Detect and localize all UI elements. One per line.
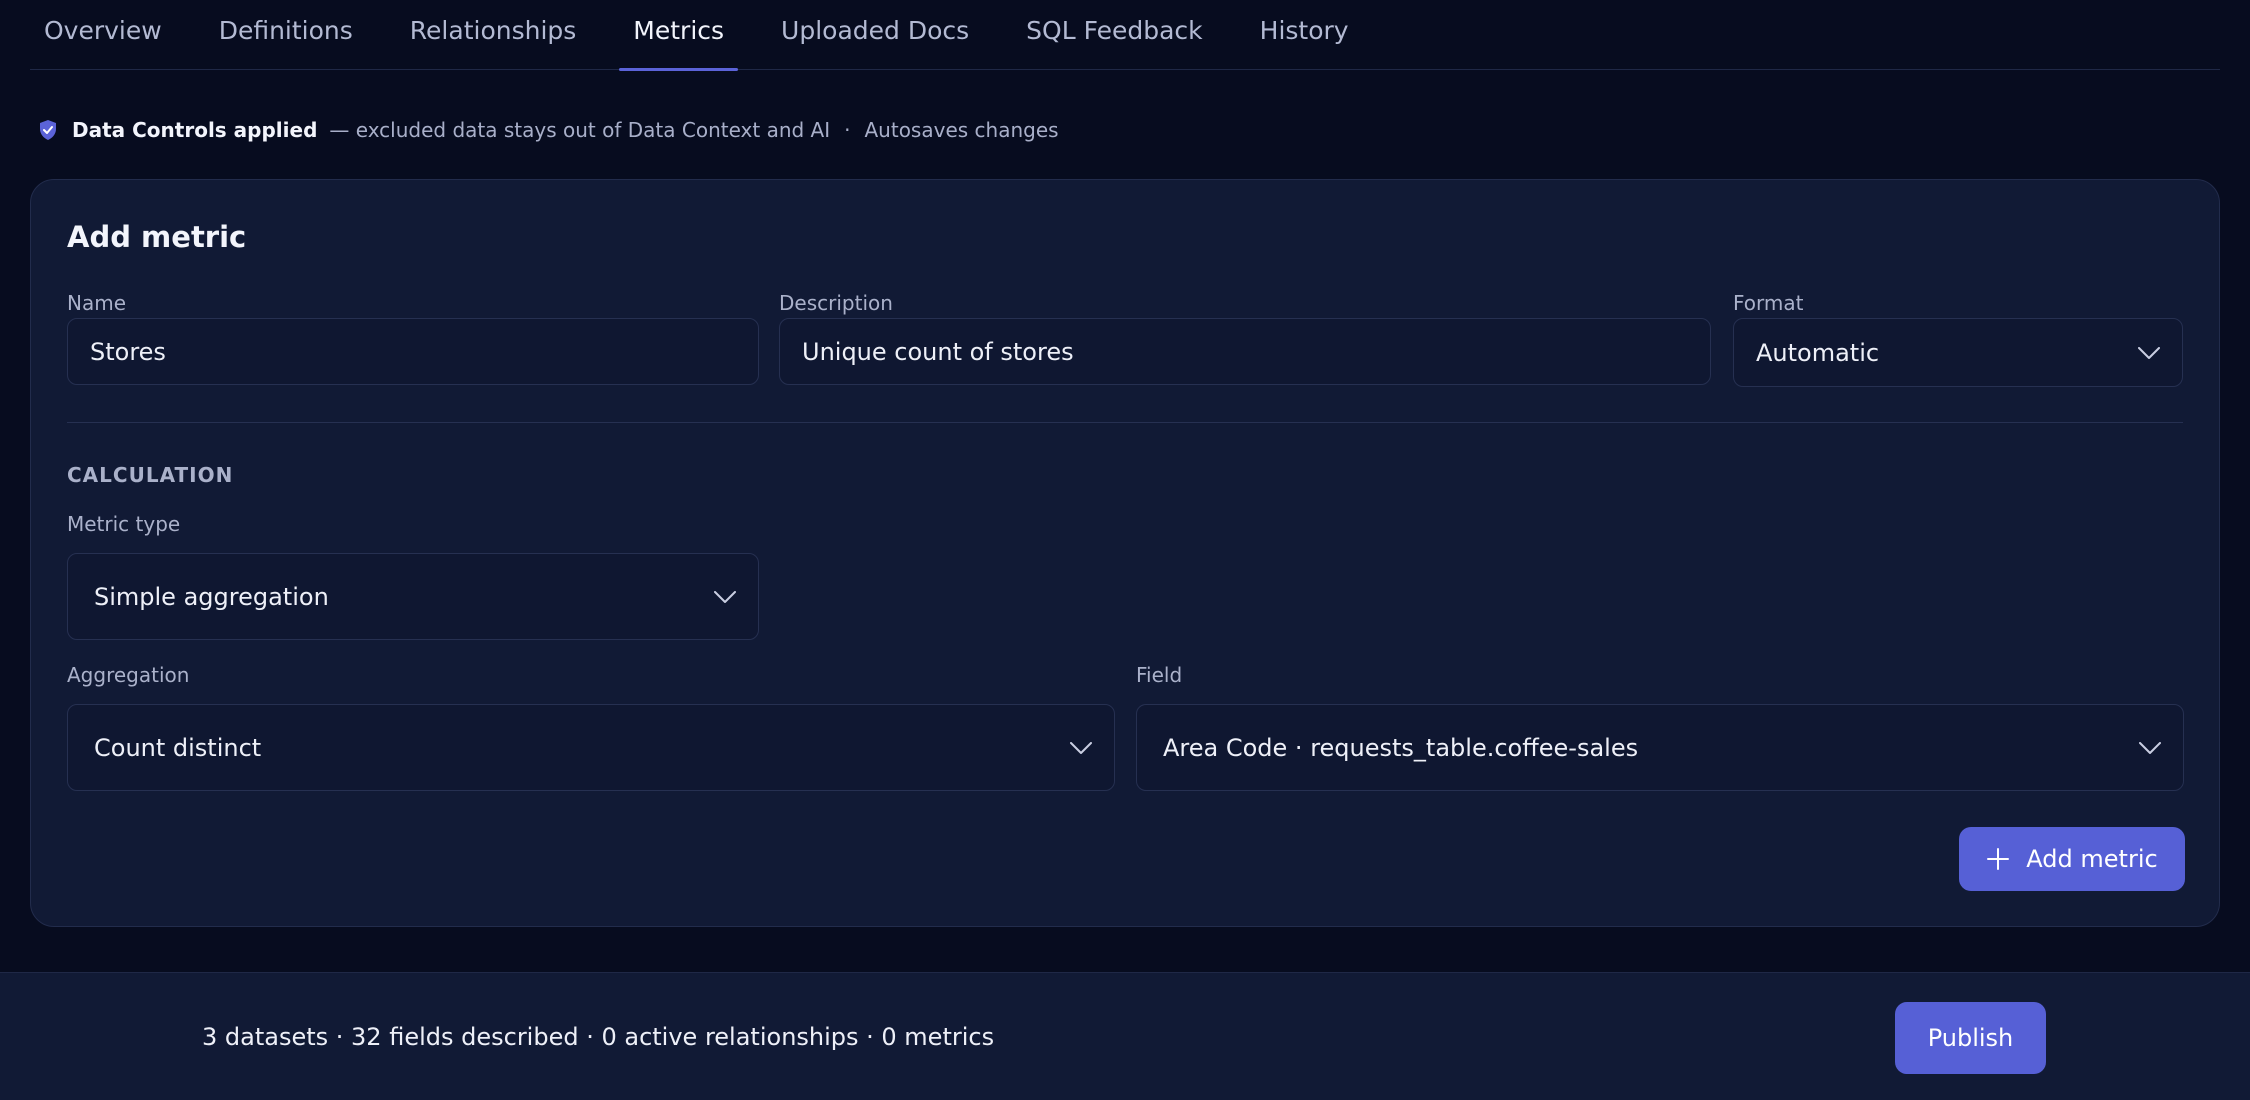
metric-type-label: Metric type <box>67 512 181 536</box>
name-value: Stores <box>90 337 166 366</box>
aggregation-label: Aggregation <box>67 663 190 687</box>
data-controls-detail: — excluded data stays out of Data Contex… <box>329 118 831 142</box>
tab-history[interactable]: History <box>1246 0 1363 70</box>
publish-label: Publish <box>1927 1024 2014 1052</box>
field-label: Field <box>1136 663 1183 687</box>
description-label: Description <box>779 291 893 315</box>
format-select[interactable]: Automatic <box>1733 318 2183 387</box>
chevron-down-icon <box>714 590 736 603</box>
add-metric-card: Add metric Name Stores Description Uniqu… <box>30 179 2220 927</box>
context-summary: 3 datasets · 32 fields described · 0 act… <box>202 1023 995 1051</box>
plus-icon <box>1987 848 2010 870</box>
add-metric-button[interactable]: Add metric <box>1959 827 2185 891</box>
tab-definitions[interactable]: Definitions <box>205 0 367 70</box>
section-divider <box>67 422 2183 423</box>
footer-bar: 3 datasets · 32 fields described · 0 act… <box>0 972 2250 1100</box>
tab-uploaded-docs[interactable]: Uploaded Docs <box>767 0 983 70</box>
publish-button[interactable]: Publish <box>1895 1002 2046 1074</box>
calculation-heading: CALCULATION <box>67 463 234 487</box>
separator-dot: · <box>844 118 851 142</box>
chevron-down-icon <box>2139 741 2161 754</box>
chevron-down-icon <box>1070 741 1092 754</box>
card-title: Add metric <box>67 220 247 254</box>
tab-sql-feedback[interactable]: SQL Feedback <box>1012 0 1216 70</box>
format-value: Automatic <box>1756 338 1880 367</box>
shield-check-icon <box>38 119 58 141</box>
tab-relationships[interactable]: Relationships <box>396 0 591 70</box>
aggregation-select[interactable]: Count distinct <box>67 704 1115 791</box>
metric-type-value: Simple aggregation <box>94 582 329 611</box>
tab-metrics[interactable]: Metrics <box>619 0 738 71</box>
field-select[interactable]: Area Code · requests_table.coffee-sales <box>1136 704 2184 791</box>
format-label: Format <box>1733 291 1804 315</box>
description-input[interactable]: Unique count of stores <box>779 318 1711 385</box>
name-input[interactable]: Stores <box>67 318 759 385</box>
data-controls-title: Data Controls applied <box>72 118 318 142</box>
name-label: Name <box>67 291 127 315</box>
add-metric-label: Add metric <box>2026 845 2158 873</box>
description-value: Unique count of stores <box>802 337 1074 366</box>
chevron-down-icon <box>2138 346 2160 359</box>
aggregation-value: Count distinct <box>94 733 262 762</box>
tab-overview[interactable]: Overview <box>30 0 176 70</box>
autosave-status: Autosaves changes <box>864 118 1059 142</box>
metric-type-select[interactable]: Simple aggregation <box>67 553 759 640</box>
tab-bar: Overview Definitions Relationships Metri… <box>30 0 2220 71</box>
field-value: Area Code · requests_table.coffee-sales <box>1163 733 1639 762</box>
metrics-page: Overview Definitions Relationships Metri… <box>0 0 2250 1100</box>
data-controls-notice: Data Controls applied — excluded data st… <box>38 112 1059 148</box>
